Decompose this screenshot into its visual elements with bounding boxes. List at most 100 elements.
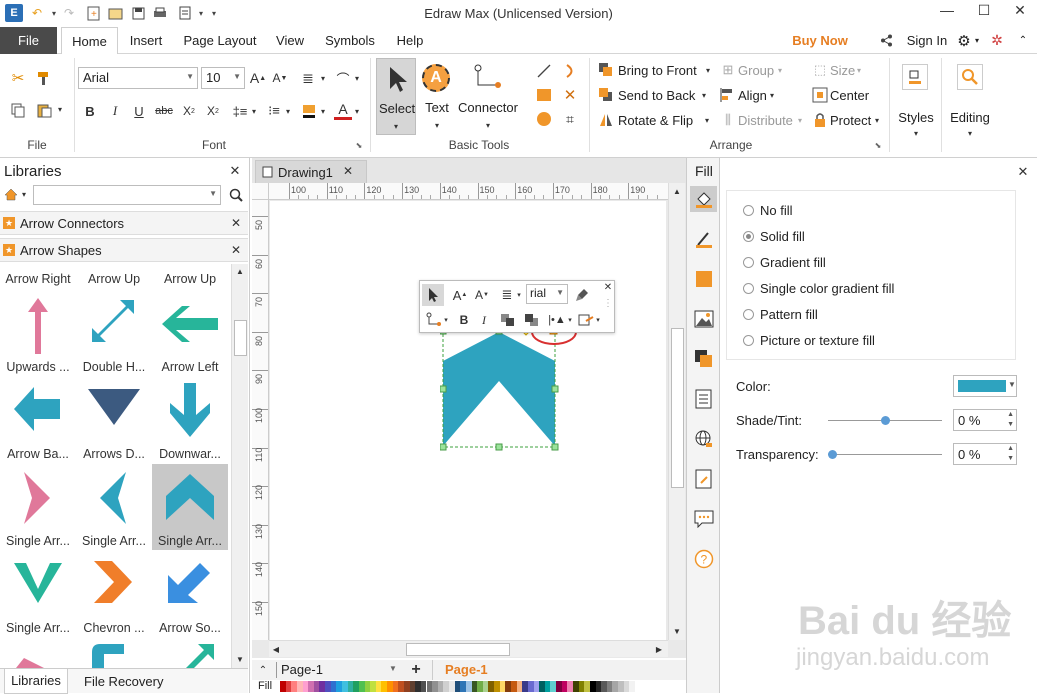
- mini-italic-icon[interactable]: I: [476, 311, 492, 329]
- align-dropdown-icon[interactable]: ▾: [768, 88, 776, 102]
- mini-align-icon[interactable]: ≣: [498, 286, 516, 304]
- shade-tint-slider[interactable]: [828, 420, 942, 421]
- close-section-icon[interactable]: ✕: [230, 243, 242, 257]
- canvas-vertical-scrollbar[interactable]: ▲ ▼: [668, 183, 685, 640]
- crop-tool-icon[interactable]: ⌗: [560, 110, 580, 128]
- rotate-flip-dropdown-icon[interactable]: ▾: [703, 113, 711, 127]
- drawing-page[interactable]: A▲ A▼ ≣ ▾ rial▼ ✕ ⋮ ▾ B I |•▲ ▾: [270, 201, 666, 641]
- hyperlink-globe-icon[interactable]: [690, 426, 717, 452]
- shape-arrow-back[interactable]: Arrow Ba...: [0, 377, 74, 462]
- fill-option-single-color-gradient[interactable]: Single color gradient fill: [743, 281, 894, 296]
- attachment-panel-icon[interactable]: [690, 466, 717, 492]
- scroll-down-icon[interactable]: ▼: [235, 654, 245, 664]
- shape-partial-pink[interactable]: [14, 640, 54, 668]
- tab-symbols[interactable]: Symbols: [320, 27, 380, 54]
- radio-button[interactable]: [743, 283, 754, 294]
- font-size-select[interactable]: 10▼: [201, 67, 245, 89]
- paste-icon[interactable]: [34, 100, 56, 120]
- cut-icon[interactable]: ✂: [8, 68, 28, 88]
- shape-single-arrow-down[interactable]: Single Arr...: [0, 551, 74, 636]
- spin-down-icon[interactable]: ▼: [1007, 421, 1014, 428]
- mini-bring-front-icon[interactable]: [498, 311, 518, 329]
- arc-tool-icon[interactable]: [560, 62, 580, 80]
- canvas-scroll-up-icon[interactable]: ▲: [672, 186, 682, 196]
- library-section-arrow-connectors[interactable]: ★ Arrow Connectors ✕: [0, 211, 248, 235]
- canvas-vscroll-thumb[interactable]: [671, 328, 684, 488]
- editing-button[interactable]: Editing ▾: [945, 58, 995, 148]
- close-window-button[interactable]: ✕: [1005, 2, 1035, 22]
- shape-double-head-arrow[interactable]: Double H...: [76, 290, 150, 375]
- copy-icon[interactable]: [8, 100, 28, 120]
- maximize-button[interactable]: ☐: [969, 2, 999, 22]
- line-panel-icon[interactable]: [690, 226, 717, 252]
- close-section-icon[interactable]: ✕: [230, 216, 242, 230]
- radio-button[interactable]: [743, 335, 754, 346]
- shade-tint-input[interactable]: 0 %▲▼: [953, 409, 1017, 431]
- shadow-panel-icon[interactable]: [690, 266, 717, 292]
- layers-panel-icon[interactable]: [690, 346, 717, 372]
- text-tool-button[interactable]: A Text ▾: [420, 58, 454, 135]
- connector-tool-button[interactable]: Connector ▾: [456, 58, 520, 135]
- radio-button-selected[interactable]: [743, 231, 754, 242]
- file-menu-tab[interactable]: File: [0, 27, 57, 54]
- font-dialog-launcher-icon[interactable]: ⬊: [354, 140, 364, 150]
- shape-single-arrow-right[interactable]: Single Arr...: [0, 464, 74, 549]
- rotate-flip-icon[interactable]: [598, 112, 614, 128]
- mini-connector-dropdown-icon[interactable]: ▾: [442, 312, 450, 328]
- minimize-button[interactable]: —: [932, 2, 962, 22]
- grow-font-icon[interactable]: A▲: [249, 69, 267, 87]
- color-picker-button[interactable]: ▼: [953, 375, 1017, 397]
- bullets-dropdown-icon[interactable]: ▾: [284, 102, 292, 120]
- text-background-icon[interactable]: [299, 102, 319, 120]
- text-direction-icon[interactable]: ⌒: [333, 69, 353, 87]
- font-color-dropdown-icon[interactable]: ▾: [353, 102, 361, 120]
- resize-handle-se[interactable]: [552, 444, 558, 450]
- mini-connector-icon[interactable]: [424, 310, 444, 330]
- shade-tint-slider-knob[interactable]: [881, 416, 890, 425]
- add-page-icon[interactable]: +: [408, 661, 424, 679]
- page-bar-collapse-icon[interactable]: ⌃: [257, 663, 269, 677]
- shape-upwards-arrow[interactable]: Upwards ...: [0, 290, 74, 375]
- mini-send-back-icon[interactable]: [522, 311, 542, 329]
- tab-file-recovery[interactable]: File Recovery: [84, 674, 163, 689]
- shape-arrow-left[interactable]: Arrow Left: [152, 290, 226, 375]
- line-tool-icon[interactable]: [534, 62, 554, 80]
- sign-in-link[interactable]: Sign In: [902, 27, 952, 54]
- mini-grow-font-icon[interactable]: A▲: [452, 286, 468, 304]
- settings-gear-icon[interactable]: ⚙: [955, 27, 973, 54]
- protect-dropdown-icon[interactable]: ▾: [873, 113, 881, 127]
- fill-option-picture-texture[interactable]: Picture or texture fill: [743, 333, 875, 348]
- close-libraries-icon[interactable]: ✕: [228, 164, 242, 178]
- underline-icon[interactable]: U: [130, 102, 148, 120]
- mini-bold-icon[interactable]: B: [456, 311, 472, 329]
- tab-libraries[interactable]: Libraries: [4, 669, 68, 694]
- superscript-icon[interactable]: X2: [204, 102, 222, 120]
- styles-button[interactable]: Styles ▾: [894, 58, 938, 148]
- paste-dropdown-icon[interactable]: ▾: [56, 102, 64, 116]
- protect-button[interactable]: Protect: [830, 113, 871, 128]
- mini-distribute-icon[interactable]: |•▲: [546, 311, 568, 329]
- line-spacing-icon[interactable]: ‡≡: [230, 102, 250, 120]
- send-to-back-icon[interactable]: [598, 87, 614, 103]
- close-document-icon[interactable]: ✕: [342, 164, 354, 178]
- theme-icon[interactable]: ✲: [988, 27, 1006, 54]
- help-question-icon[interactable]: ?: [690, 546, 717, 572]
- mini-select-icon[interactable]: [422, 284, 444, 306]
- canvas-scroll-down-icon[interactable]: ▼: [672, 626, 682, 636]
- center-button[interactable]: Center: [830, 88, 869, 103]
- page-select[interactable]: Page-1 ▼: [276, 662, 398, 678]
- shape-downward-arrow[interactable]: Downwar...: [152, 377, 226, 462]
- radio-button[interactable]: [743, 205, 754, 216]
- text-direction-dropdown-icon[interactable]: ▾: [353, 69, 361, 87]
- text-align-dropdown-icon[interactable]: ▾: [319, 69, 327, 87]
- align-button[interactable]: Align: [738, 88, 767, 103]
- shape-chevron[interactable]: Chevron ...: [76, 551, 150, 636]
- ellipse-tool-icon[interactable]: [534, 110, 554, 128]
- canvas-horizontal-scrollbar[interactable]: ◀ ▶: [269, 640, 668, 657]
- comment-panel-icon[interactable]: [690, 506, 717, 532]
- group-button[interactable]: Group: [738, 63, 774, 78]
- spin-down-icon[interactable]: ▼: [1007, 455, 1014, 462]
- libraries-scrollbar[interactable]: ▲ ▼: [231, 264, 248, 668]
- transparency-input[interactable]: 0 %▲▼: [953, 443, 1017, 465]
- spin-up-icon[interactable]: ▲: [1007, 445, 1014, 452]
